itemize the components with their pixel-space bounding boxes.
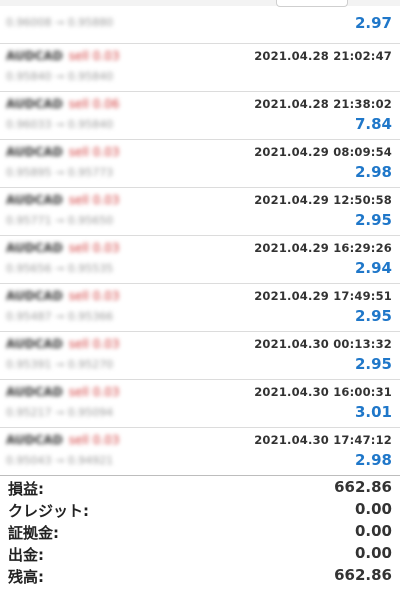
price-range: 0.95771 → 0.95650 [6, 214, 114, 227]
summary-label: 残高: [8, 568, 44, 586]
symbol-text: AUDCAD [6, 289, 63, 303]
summary-value: 0.00 [354, 544, 392, 562]
close-time: 2021.04.30 16:00:31 [254, 385, 392, 399]
profit-value: 2.95 [354, 307, 392, 325]
close-time: 2021.04.29 08:09:54 [254, 145, 392, 159]
summary-label: 証拠金: [8, 524, 59, 542]
summary-row-margin: 証拠金: 0.00 [0, 522, 400, 544]
price-range: 0.96008 → 0.95880 [6, 16, 114, 29]
profit-value: 2.97 [354, 14, 392, 32]
symbol-label: AUDCAD sell 0.03 [6, 193, 120, 207]
symbol-text: AUDCAD [6, 145, 63, 159]
summary-value: 662.86 [334, 566, 392, 584]
close-time: 2021.04.30 00:13:32 [254, 337, 392, 351]
price-range: 0.95487 → 0.95366 [6, 310, 114, 323]
trade-action: sell 0.03 [68, 337, 120, 351]
history-row[interactable]: AUDCAD sell 0.03 0.95656 → 0.95535 2021.0… [0, 236, 400, 284]
profit-value: 7.84 [354, 115, 392, 133]
profit-value: 3.01 [354, 403, 392, 421]
price-range: 0.95391 → 0.95270 [6, 358, 114, 371]
profit-value: 2.95 [354, 211, 392, 229]
history-row[interactable]: AUDCAD sell 0.06 0.96033 → 0.95840 2021.0… [0, 92, 400, 140]
history-row[interactable]: AUDCAD sell 0.03 0.95840 → 0.95840 2021.0… [0, 44, 400, 92]
price-range: 0.95656 → 0.95535 [6, 262, 114, 275]
symbol-text: AUDCAD [6, 49, 63, 63]
symbol-text: AUDCAD [6, 337, 63, 351]
trade-action: sell 0.03 [68, 289, 120, 303]
history-row[interactable]: AUDCAD sell 0.03 0.95043 → 0.94921 2021.0… [0, 428, 400, 476]
symbol-text: AUDCAD [6, 97, 63, 111]
symbol-label: AUDCAD sell 0.03 [6, 145, 120, 159]
summary-value: 0.00 [354, 500, 392, 518]
symbol-text: AUDCAD [6, 433, 63, 447]
symbol-label: AUDCAD sell 0.03 [6, 385, 120, 399]
profit-value: 2.94 [354, 259, 392, 277]
profit-value: 2.98 [354, 451, 392, 469]
close-time: 2021.04.29 17:49:51 [254, 289, 392, 303]
trade-action: sell 0.03 [68, 145, 120, 159]
close-time: 2021.04.29 16:29:26 [254, 241, 392, 255]
trade-action: sell 0.03 [68, 241, 120, 255]
history-row[interactable]: AUDCAD sell 0.03 0.95771 → 0.95650 2021.0… [0, 188, 400, 236]
summary-row-balance: 残高: 662.86 [0, 566, 400, 588]
history-row[interactable]: 0.96008 → 0.95880 2.97 [0, 6, 400, 44]
history-row[interactable]: AUDCAD sell 0.03 0.95487 → 0.95366 2021.0… [0, 284, 400, 332]
trade-action: sell 0.06 [68, 97, 120, 111]
summary-label: 損益: [8, 480, 44, 498]
history-row[interactable]: AUDCAD sell 0.03 0.95217 → 0.95094 2021.0… [0, 380, 400, 428]
symbol-label: AUDCAD sell 0.06 [6, 97, 120, 111]
symbol-text: AUDCAD [6, 193, 63, 207]
summary-value: 662.86 [334, 478, 392, 496]
summary-label: 出金: [8, 546, 44, 564]
summary-row-credit: クレジット: 0.00 [0, 500, 400, 522]
close-time: 2021.04.29 12:50:58 [254, 193, 392, 207]
symbol-text: AUDCAD [6, 385, 63, 399]
symbol-label: AUDCAD sell 0.03 [6, 337, 120, 351]
symbol-label: AUDCAD sell 0.03 [6, 433, 120, 447]
summary-value: 0.00 [354, 522, 392, 540]
trade-action: sell 0.03 [68, 193, 120, 207]
price-range: 0.95043 → 0.94921 [6, 454, 114, 467]
price-range: 0.95840 → 0.95840 [6, 70, 114, 83]
summary-row-profit: 損益: 662.86 [0, 478, 400, 500]
trade-action: sell 0.03 [68, 49, 120, 63]
close-time: 2021.04.28 21:02:47 [254, 49, 392, 63]
price-range: 0.96033 → 0.95840 [6, 118, 114, 131]
profit-value: 2.95 [354, 355, 392, 373]
symbol-label: AUDCAD sell 0.03 [6, 241, 120, 255]
trade-action: sell 0.03 [68, 385, 120, 399]
price-range: 0.95895 → 0.95773 [6, 166, 114, 179]
price-range: 0.95217 → 0.95094 [6, 406, 114, 419]
close-time: 2021.04.30 17:47:12 [254, 433, 392, 447]
history-row[interactable]: AUDCAD sell 0.03 0.95895 → 0.95773 2021.0… [0, 140, 400, 188]
profit-value: 2.98 [354, 163, 392, 181]
symbol-label: AUDCAD sell 0.03 [6, 49, 120, 63]
symbol-label: AUDCAD sell 0.03 [6, 289, 120, 303]
trade-action: sell 0.03 [68, 433, 120, 447]
summary-label: クレジット: [8, 502, 89, 520]
close-time: 2021.04.28 21:38:02 [254, 97, 392, 111]
summary-row-withdrawal: 出金: 0.00 [0, 544, 400, 566]
account-summary: 損益: 662.86 クレジット: 0.00 証拠金: 0.00 出金: 0.0… [0, 478, 400, 588]
history-row[interactable]: AUDCAD sell 0.03 0.95391 → 0.95270 2021.0… [0, 332, 400, 380]
symbol-text: AUDCAD [6, 241, 63, 255]
